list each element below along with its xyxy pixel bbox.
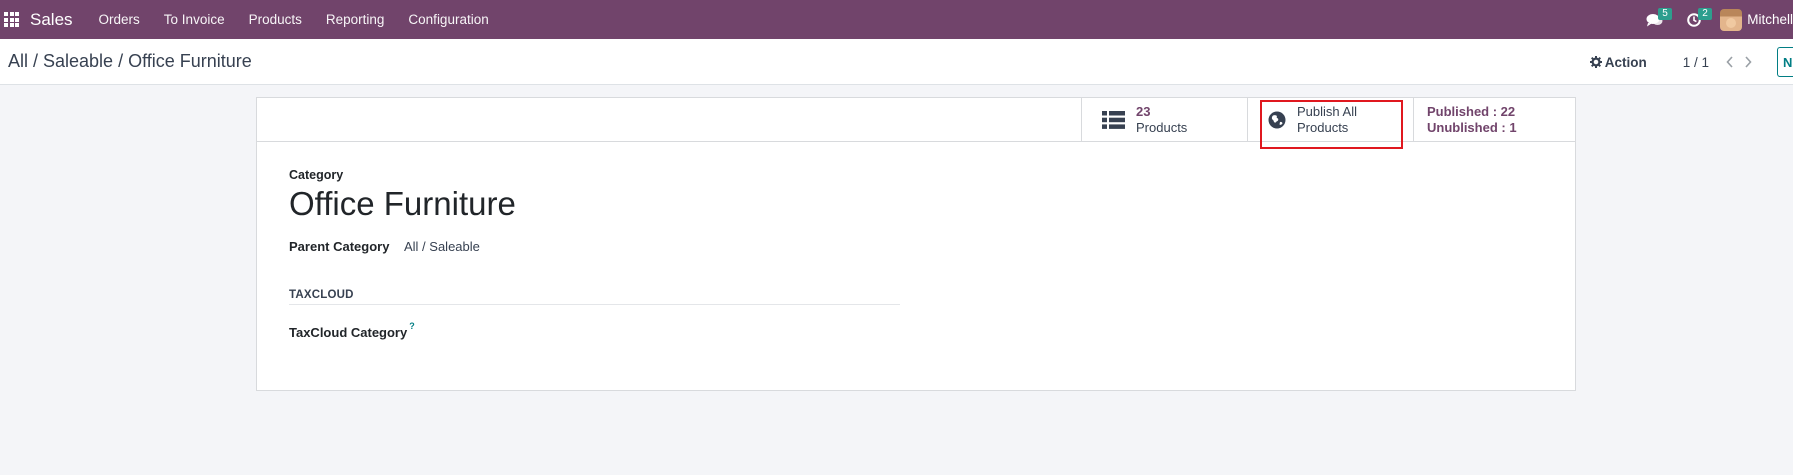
chevron-left-icon (1726, 56, 1733, 68)
activities-button[interactable]: 2 (1674, 0, 1714, 39)
control-panel: All / Saleable / Office Furniture Action… (0, 39, 1793, 85)
new-button[interactable]: N (1777, 47, 1793, 77)
apps-menu-icon[interactable] (4, 12, 19, 27)
button-box: 23 Products Publish All Products Publish… (257, 98, 1576, 149)
taxcloud-group-title: TAXCLOUD (289, 289, 900, 305)
chevron-right-icon (1745, 56, 1752, 68)
menu-reporting[interactable]: Reporting (314, 12, 397, 27)
control-panel-right: Action 1 / 1 N (1589, 39, 1793, 85)
action-label: Action (1604, 54, 1647, 70)
menu-configuration[interactable]: Configuration (396, 12, 500, 27)
avatar (1720, 8, 1743, 31)
app-name[interactable]: Sales (30, 10, 73, 30)
published-count: Published : 22 (1427, 103, 1516, 119)
products-stat: 23 Products (1136, 104, 1187, 136)
activities-count-badge: 2 (1698, 8, 1712, 20)
user-name: Mitchell (1747, 12, 1793, 27)
parent-category-label: Parent Category (289, 239, 390, 254)
menu-orders[interactable]: Orders (87, 12, 152, 27)
publish-all-products-button[interactable]: Publish All Products (1247, 98, 1413, 141)
action-button[interactable]: Action (1589, 54, 1647, 70)
pager-previous-button[interactable] (1721, 53, 1739, 71)
menu-products[interactable]: Products (237, 12, 314, 27)
parent-category-row: Parent Category All / Saleable (289, 239, 1543, 254)
menu-to-invoice[interactable]: To Invoice (152, 12, 237, 27)
form-sheet: 23 Products Publish All Products Publish… (256, 97, 1576, 391)
published-stats-button[interactable]: Published : 22 Unublished : 1 (1413, 98, 1576, 141)
messages-button[interactable]: 5 (1634, 0, 1674, 39)
published-stats: Published : 22 Unublished : 1 (1427, 104, 1517, 136)
globe-icon (1268, 111, 1286, 129)
user-menu[interactable]: Mitchell (1714, 8, 1793, 31)
breadcrumb: All / Saleable / Office Furniture (8, 51, 252, 72)
taxcloud-category-row: TaxCloud Category ? (289, 321, 1543, 340)
help-tooltip-icon[interactable]: ? (409, 321, 415, 336)
pager-value[interactable]: 1 / 1 (1683, 55, 1709, 70)
gear-icon (1589, 56, 1602, 68)
publish-line-2: Products (1297, 119, 1349, 135)
top-navbar: Sales Orders To Invoice Products Reporti… (0, 0, 1793, 39)
publish-line-1: Publish All (1297, 103, 1357, 119)
unpublished-count: Unublished : 1 (1427, 119, 1517, 135)
products-smart-button[interactable]: 23 Products (1081, 98, 1247, 141)
form-body: Category Office Furniture Parent Categor… (257, 142, 1575, 340)
products-label: Products (1136, 119, 1188, 135)
messages-count-badge: 5 (1658, 8, 1672, 20)
category-name-field[interactable]: Office Furniture (289, 185, 1543, 223)
category-caption: Category (289, 168, 344, 182)
parent-category-field[interactable]: All / Saleable (404, 239, 480, 254)
breadcrumb-current: All / Saleable / Office Furniture (8, 51, 252, 71)
taxcloud-category-label: TaxCloud Category (289, 325, 408, 340)
publish-stat: Publish All Products (1297, 104, 1357, 136)
pager-next-button[interactable] (1739, 53, 1757, 71)
products-count: 23 (1136, 103, 1151, 119)
systray: 5 2 Mitchell (1634, 0, 1793, 39)
list-icon (1102, 110, 1125, 129)
